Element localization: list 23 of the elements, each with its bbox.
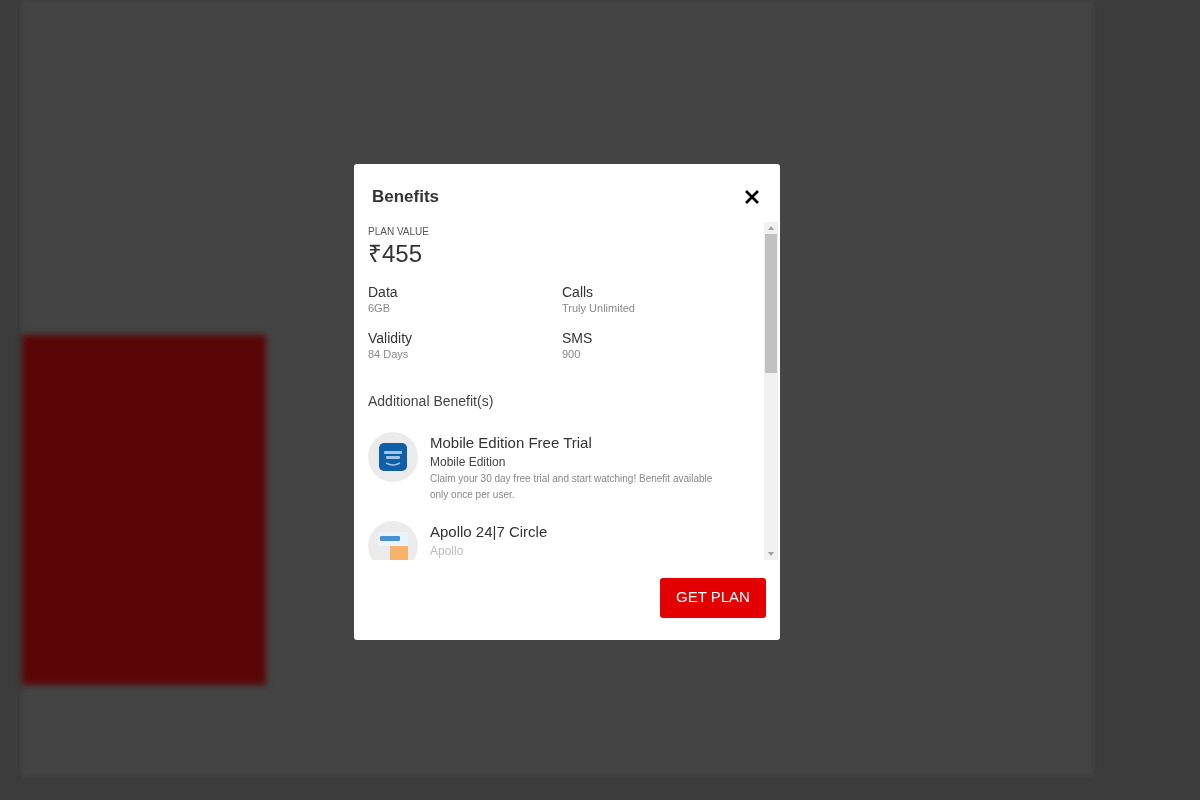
plan-value-label: PLAN VALUE: [368, 224, 430, 239]
get-plan-button[interactable]: GET PLAN: [660, 577, 766, 618]
section-heading: Additional Benefit(s): [368, 391, 495, 411]
detail-label: SMS: [562, 328, 594, 347]
detail-label: Data: [368, 282, 399, 301]
benefit-description: Claim your 30 day free trial and start watching! Benefit available only once per user.: [430, 471, 714, 502]
detail-value: 84 Days: [368, 346, 410, 361]
plan-price: ₹455: [368, 238, 424, 269]
benefit-title: Mobile Edition Free Trial: [430, 432, 593, 453]
benefit-subtitle: Mobile Edition: [430, 453, 507, 471]
scrollbar[interactable]: [764, 221, 778, 560]
video-app-logo-icon: [379, 442, 407, 471]
detail-value: Truly Unlimited: [562, 300, 636, 315]
benefit-title: Apollo 24|7 Circle: [430, 521, 548, 542]
detail-value: 900: [562, 346, 582, 361]
detail-label: Validity: [368, 328, 414, 347]
dialog-title: Benefits: [372, 186, 440, 208]
detail-label: Calls: [562, 282, 595, 301]
close-icon: [744, 188, 760, 205]
benefit-subtitle: Apollo: [430, 542, 465, 560]
scrollbar-thumb[interactable]: [765, 233, 777, 373]
health-app-logo-icon: [378, 531, 408, 560]
detail-value: 6GB: [368, 300, 391, 315]
